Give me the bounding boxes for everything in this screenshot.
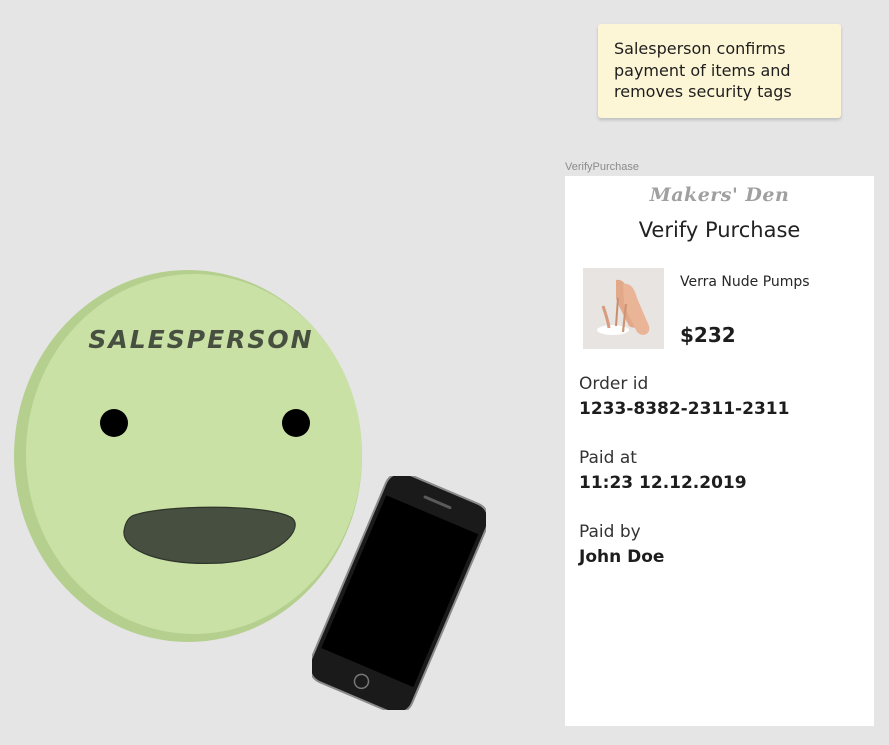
sticky-note-line: removes security tags [614, 82, 792, 101]
sticky-note-line: Salesperson confirms [614, 39, 786, 58]
order-id-label: Order id [579, 374, 649, 394]
sticky-note: Salesperson confirms payment of items an… [598, 24, 841, 118]
pumps-shoe-icon [583, 268, 664, 349]
paid-by-value: John Doe [579, 547, 665, 567]
paid-at-label: Paid at [579, 448, 637, 468]
page-title: Verify Purchase [638, 218, 801, 242]
product-name: Verra Nude Pumps [680, 274, 810, 290]
paid-at-value: 11:23 12.12.2019 [579, 473, 747, 493]
right-eye [282, 409, 310, 437]
product-image [583, 268, 664, 349]
order-id-value: 1233-8382-2311-2311 [579, 399, 790, 419]
left-eye [100, 409, 128, 437]
artboard-label[interactable]: VerifyPurchase [565, 161, 639, 173]
sticky-note-line: payment of items and [614, 60, 791, 80]
product-price: $232 [680, 323, 736, 347]
verify-purchase-artboard[interactable]: Makers' Den Verify Purchase Verra Nude P… [565, 176, 874, 726]
smartphone-icon [312, 476, 486, 710]
paid-by-label: Paid by [579, 522, 641, 542]
brand-logo: Makers' Den [649, 184, 790, 206]
avatar-label: SALESPERSON [88, 325, 313, 354]
